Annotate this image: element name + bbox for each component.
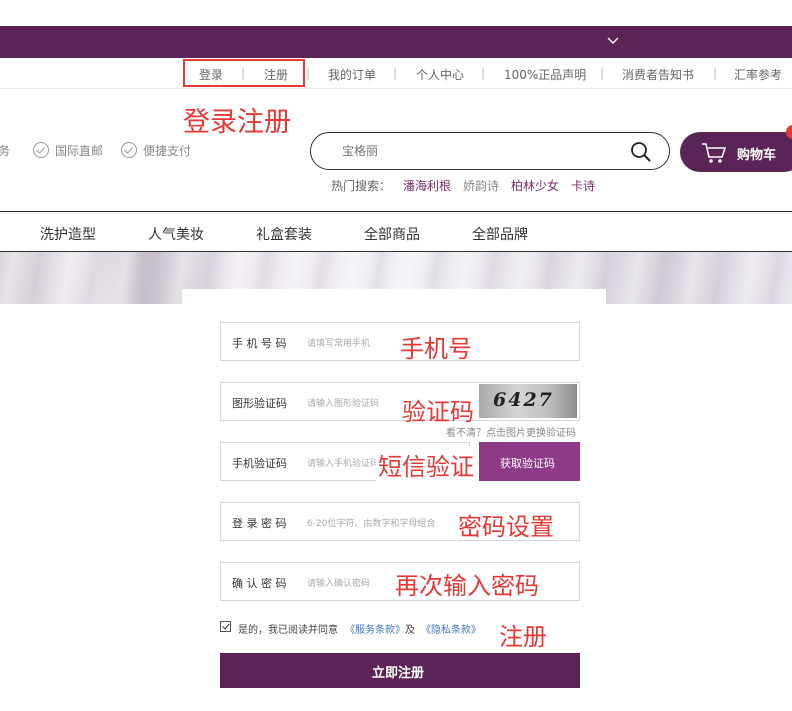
hot-search-term[interactable]: 卡诗 [571, 177, 595, 194]
authentic-statement-link[interactable]: 100%正品声明 [504, 66, 586, 83]
captcha-input[interactable]: 请输入图形验证码 [307, 396, 379, 409]
separator: | [600, 66, 605, 80]
hot-search-term[interactable]: 柏林少女 [511, 177, 559, 194]
chevron-down-icon[interactable] [606, 33, 620, 47]
nav-item-all-products[interactable]: 全部商品 [364, 224, 420, 244]
annotation-login-register: 登录注册 [183, 107, 291, 138]
sms-code-label: 手机验证码 [232, 457, 287, 470]
agree-checkbox[interactable] [220, 621, 231, 632]
login-register-highlight [183, 59, 305, 87]
nav-bottom-border [0, 251, 792, 252]
agree-and: 及 [405, 625, 415, 636]
annotation-phone: 手机号 [400, 335, 472, 363]
captcha-label: 图形验证码 [232, 397, 287, 410]
separator: | [306, 66, 311, 80]
terms-link[interactable]: 《服务条款》 [345, 621, 405, 636]
phone-label: 手 机 号 码 [232, 337, 287, 350]
separator: | [481, 66, 486, 80]
account-center-link[interactable]: 个人中心 [416, 66, 464, 83]
register-submit-label: 立即注册 [372, 666, 425, 681]
hot-search-label: 热门搜索： [331, 179, 392, 193]
annotation-sms: 短信验证 [376, 447, 476, 482]
service-badge-international: 国际直邮 [55, 144, 104, 158]
captcha-code: 6427 [493, 389, 554, 411]
separator: | [393, 66, 398, 80]
password-input[interactable]: 6-20位字符、由数字和字母组合 [307, 516, 435, 529]
confirm-password-label: 确 认 密 码 [232, 577, 287, 590]
separator: | [713, 66, 718, 80]
service-badge-partial: 务 [0, 144, 11, 158]
search-input[interactable] [342, 144, 602, 158]
nav-item-all-brands[interactable]: 全部品牌 [472, 224, 528, 244]
notice-bar [0, 26, 792, 58]
nav-item-makeup[interactable]: 人气美妆 [148, 224, 204, 244]
password-label: 登 录 密 码 [232, 517, 287, 530]
cart-label: 购物车 [737, 148, 777, 163]
hot-search-term[interactable]: 娇韵诗 [463, 177, 499, 194]
header-divider [0, 88, 792, 89]
annotation-password: 密码设置 [458, 513, 554, 541]
notice-text: 往新疆快件，在途包裹将在恢复后进行配送，不便之处敬请谅解！【中文客服邮箱】Chi… [0, 10, 631, 24]
privacy-link[interactable]: 《隐私条款》 [421, 621, 481, 636]
nav-top-border [0, 211, 792, 212]
confirm-password-input[interactable]: 请输入确认密码 [307, 576, 370, 589]
annotation-captcha: 验证码 [402, 398, 474, 426]
phone-input[interactable]: 请填写常用手机 [307, 336, 370, 349]
cart-icon [700, 141, 728, 165]
exchange-rate-link[interactable]: 汇率参考 [734, 66, 782, 83]
agree-text: 是的，我已阅读并同意 [238, 625, 338, 636]
hot-search-term[interactable]: 潘海利根 [403, 177, 451, 194]
search-icon[interactable] [630, 141, 652, 163]
check-circle-icon [33, 142, 49, 158]
check-circle-icon [121, 142, 137, 158]
annotation-register: 注册 [499, 623, 547, 651]
my-orders-link[interactable]: 我的订单 [328, 66, 376, 83]
nav-item-haircare[interactable]: 洗护造型 [40, 224, 96, 244]
sms-code-input[interactable]: 请输入手机验证码 [307, 456, 379, 469]
nav-item-gift-sets[interactable]: 礼盒套装 [256, 224, 312, 244]
get-code-label: 获取验证码 [500, 457, 555, 470]
service-badge-payment: 便捷支付 [143, 144, 192, 158]
consumer-notice-link[interactable]: 消费者告知书 [622, 66, 694, 83]
captcha-refresh-hint[interactable]: 看不清？点击图片更换验证码 [446, 424, 576, 439]
annotation-confirm-password: 再次输入密码 [395, 572, 539, 600]
